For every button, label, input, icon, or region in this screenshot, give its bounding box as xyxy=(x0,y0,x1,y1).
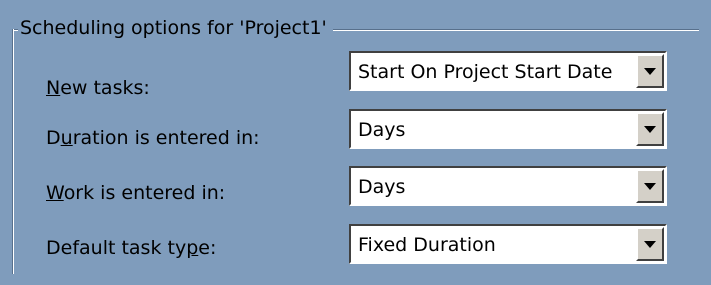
work-unit-dropdown[interactable]: Days xyxy=(349,166,667,206)
group-box-left-border xyxy=(12,29,14,274)
group-title: Scheduling options for 'Project1' xyxy=(18,14,333,42)
label-part: ork is entered in: xyxy=(63,182,226,204)
new-tasks-dropdown-button[interactable] xyxy=(636,54,664,88)
scheduling-options-panel: Scheduling options for 'Project1' New ta… xyxy=(0,0,711,285)
chevron-down-icon xyxy=(644,241,656,248)
label-part: ew tasks: xyxy=(60,77,150,99)
accelerator-key: p xyxy=(186,237,199,259)
default-task-type-dropdown[interactable]: Fixed Duration xyxy=(349,224,667,264)
work-unit-dropdown-button[interactable] xyxy=(636,169,664,203)
work-unit-value: Days xyxy=(358,176,406,198)
label-part: ration is entered in: xyxy=(72,127,260,149)
new-tasks-label: New tasks: xyxy=(46,76,150,100)
label-part: e: xyxy=(198,237,217,259)
accelerator-key: N xyxy=(46,77,61,99)
chevron-down-icon xyxy=(644,183,656,190)
duration-unit-value: Days xyxy=(358,119,406,141)
new-tasks-dropdown[interactable]: Start On Project Start Date xyxy=(349,51,667,91)
chevron-down-icon xyxy=(644,126,656,133)
chevron-down-icon xyxy=(644,68,656,75)
work-entered-label: Work is entered in: xyxy=(46,181,225,205)
label-part: Default task ty xyxy=(46,237,187,259)
accelerator-key: u xyxy=(60,127,73,149)
label-part: D xyxy=(46,127,61,149)
duration-entered-label: Duration is entered in: xyxy=(46,126,260,150)
duration-unit-dropdown-button[interactable] xyxy=(636,112,664,146)
accelerator-key: W xyxy=(46,182,64,204)
default-task-type-dropdown-button[interactable] xyxy=(636,227,664,261)
default-task-type-value: Fixed Duration xyxy=(358,234,496,256)
duration-unit-dropdown[interactable]: Days xyxy=(349,109,667,149)
default-task-type-label: Default task type: xyxy=(46,236,216,260)
new-tasks-value: Start On Project Start Date xyxy=(358,61,613,83)
